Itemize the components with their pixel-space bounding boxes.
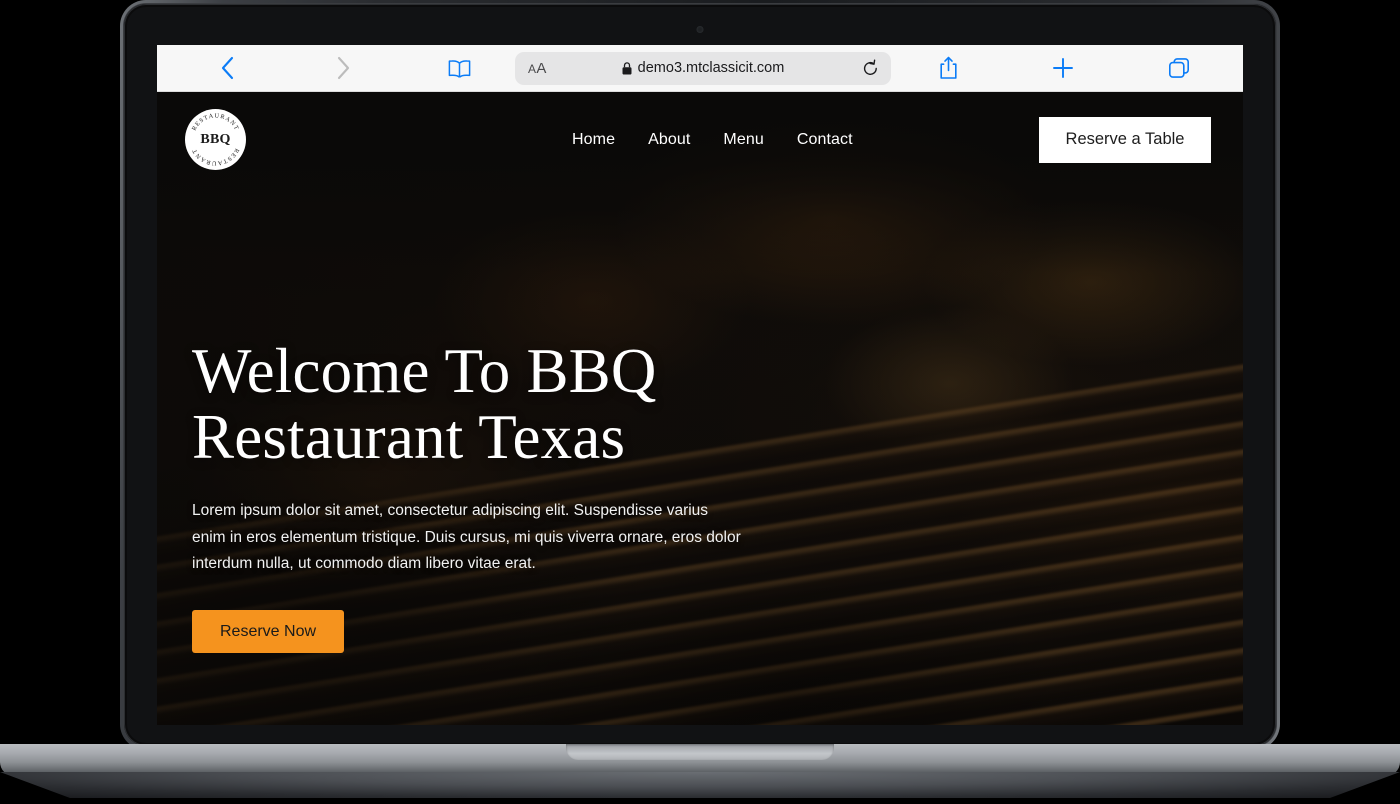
reserve-a-table-button[interactable]: Reserve a Table	[1039, 116, 1211, 163]
nav-link-home[interactable]: Home	[572, 131, 615, 149]
laptop-mockup: MacBook Air	[0, 0, 1400, 804]
plus-icon[interactable]	[1041, 53, 1085, 83]
tabs-icon[interactable]	[1157, 53, 1201, 83]
svg-text:RESTAURANT: RESTAURANT	[191, 147, 241, 167]
logo-center-text: BBQ	[200, 131, 231, 147]
forward-icon	[321, 53, 365, 83]
back-icon[interactable]	[205, 53, 249, 83]
address-bar[interactable]: AA demo3.mtclassicit.com	[515, 51, 891, 85]
webpage-content: RESTAURANT RESTAURANT BBQ Home About Men…	[157, 92, 1243, 725]
lock-icon	[622, 61, 632, 75]
hero-title: Welcome To BBQ Restaurant Texas	[192, 336, 657, 472]
webcam-icon	[696, 26, 704, 33]
text-size-large-label: A	[536, 59, 547, 77]
url-display[interactable]: demo3.mtclassicit.com	[515, 60, 891, 76]
text-size-button[interactable]: AA	[528, 60, 547, 77]
reserve-now-button[interactable]: Reserve Now	[192, 610, 344, 653]
reload-icon[interactable]	[862, 59, 879, 78]
browser-toolbar: AA demo3.mtclassicit.com	[157, 45, 1243, 92]
share-icon[interactable]	[926, 53, 970, 83]
nav-link-about[interactable]: About	[648, 131, 690, 149]
laptop-base	[0, 744, 1400, 776]
nav-link-menu[interactable]: Menu	[723, 131, 763, 149]
screen-viewport: AA demo3.mtclassicit.com RESTAURANT REST…	[157, 45, 1243, 725]
hero-content: Welcome To BBQ Restaurant Texas Lorem ip…	[192, 336, 762, 653]
laptop-foot	[0, 772, 1400, 798]
hero-paragraph: Lorem ipsum dolor sit amet, consectetur …	[192, 502, 741, 573]
book-icon[interactable]	[437, 53, 481, 83]
site-header: RESTAURANT RESTAURANT BBQ Home About Men…	[157, 92, 1243, 187]
main-nav: Home About Menu Contact	[572, 131, 853, 149]
svg-text:RESTAURANT: RESTAURANT	[191, 112, 241, 132]
site-logo[interactable]: RESTAURANT RESTAURANT BBQ	[185, 109, 246, 170]
url-text: demo3.mtclassicit.com	[637, 60, 785, 76]
nav-link-contact[interactable]: Contact	[797, 131, 853, 149]
